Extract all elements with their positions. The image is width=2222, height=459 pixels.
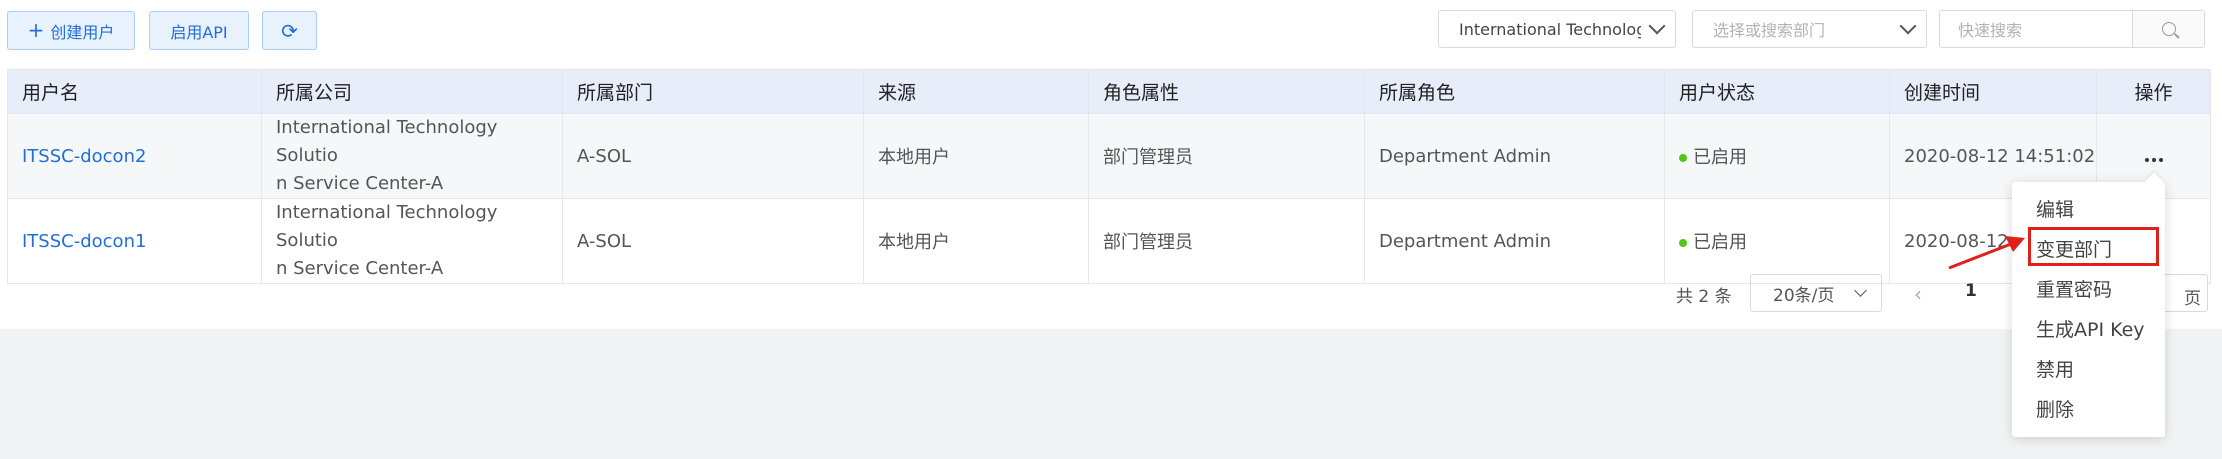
enable-api-label: 启用API <box>170 22 228 42</box>
page-size-select[interactable]: 20条/页 <box>1750 274 1882 312</box>
create-user-label: 创建用户 <box>50 22 115 42</box>
username-link[interactable]: ITSSC-docon2 <box>7 113 262 199</box>
column-header[interactable]: 所属公司 <box>261 69 563 114</box>
table-row[interactable]: ITSSC-docon2 International Technology So… <box>7 113 2211 199</box>
column-header[interactable]: 所属部门 <box>562 69 864 114</box>
status-dot-icon <box>1679 154 1687 162</box>
highlight-box <box>2028 227 2159 266</box>
company-text: n Service Center-A <box>276 173 444 194</box>
menu-item-disable[interactable]: 禁用 <box>2036 355 2074 382</box>
company-text: International Technology Solutio <box>276 117 498 166</box>
menu-item-generate-api-key[interactable]: 生成API Key <box>2036 315 2145 342</box>
department-cell: A-SOL <box>562 198 864 284</box>
column-header[interactable]: 用户名 <box>7 69 262 114</box>
company-cell: International Technology Solutio n Servic… <box>261 113 563 199</box>
department-select-placeholder: 选择或搜索部门 <box>1713 21 1826 40</box>
company-select-value: International Technology Solution Servic… <box>1459 19 1641 39</box>
role-attr-cell: 部门管理员 <box>1088 113 1365 199</box>
search-button[interactable] <box>2132 11 2204 47</box>
main-panel: + 创建用户 启用API ⟳ International Technology … <box>0 0 2222 329</box>
status-dot-icon <box>1679 239 1687 247</box>
status-text: 已启用 <box>1693 232 1747 253</box>
column-header[interactable]: 来源 <box>863 69 1089 114</box>
search-input[interactable]: 快速搜索 <box>1940 11 2132 47</box>
user-table: 用户名 所属公司 所属部门 来源 角色属性 所属角色 用户状态 创建时间 操作 … <box>7 69 2211 284</box>
company-cell: International Technology Solutio n Servic… <box>261 198 563 284</box>
chevron-down-icon <box>1648 17 1666 35</box>
prev-page-icon[interactable]: ‹ <box>1914 282 1922 306</box>
more-actions-icon[interactable] <box>2144 157 2163 162</box>
table-header-row: 用户名 所属公司 所属部门 来源 角色属性 所属角色 用户状态 创建时间 操作 <box>7 69 2211 114</box>
enable-api-button[interactable]: 启用API <box>149 11 249 50</box>
company-select[interactable]: International Technology Solution Servic… <box>1438 10 1676 48</box>
column-header[interactable]: 用户状态 <box>1664 69 1890 114</box>
column-header[interactable]: 角色属性 <box>1088 69 1365 114</box>
chevron-down-icon <box>1899 17 1917 35</box>
department-select[interactable]: 选择或搜索部门 <box>1692 10 1927 48</box>
company-text: International Technology Solutio <box>276 202 498 251</box>
column-header[interactable]: 创建时间 <box>1889 69 2097 114</box>
page-unit: 页 <box>2184 289 2201 309</box>
page-size-value: 20条/页 <box>1773 285 1835 306</box>
plus-icon: + <box>27 17 45 42</box>
role-cell: Department Admin <box>1364 198 1665 284</box>
username-link[interactable]: ITSSC-docon1 <box>7 198 262 284</box>
status-text: 已启用 <box>1693 147 1747 168</box>
source-cell: 本地用户 <box>863 198 1089 284</box>
refresh-button[interactable]: ⟳ <box>262 11 317 50</box>
menu-item-edit[interactable]: 编辑 <box>2036 195 2074 222</box>
quick-search: 快速搜索 <box>1939 10 2205 48</box>
menu-item-reset-password[interactable]: 重置密码 <box>2036 275 2112 302</box>
table-row[interactable]: ITSSC-docon1 International Technology So… <box>7 198 2211 284</box>
status-cell: 已启用 <box>1664 113 1890 199</box>
chevron-down-icon <box>1854 283 1868 297</box>
column-header: 操作 <box>2096 69 2211 114</box>
annotation-arrow-icon <box>1948 236 2025 270</box>
create-user-button[interactable]: + 创建用户 <box>7 11 135 50</box>
department-cell: A-SOL <box>562 113 864 199</box>
action-dropdown-menu: 编辑 变更部门 重置密码 生成API Key 禁用 删除 <box>2012 182 2165 437</box>
status-cell: 已启用 <box>1664 198 1890 284</box>
menu-item-delete[interactable]: 删除 <box>2036 395 2074 422</box>
source-cell: 本地用户 <box>863 113 1089 199</box>
refresh-icon: ⟳ <box>281 18 298 43</box>
company-text: n Service Center-A <box>276 258 444 279</box>
search-icon <box>2161 22 2176 36</box>
role-attr-cell: 部门管理员 <box>1088 198 1365 284</box>
pagination-total: 共 2 条 <box>1676 287 1732 307</box>
column-header[interactable]: 所属角色 <box>1364 69 1665 114</box>
page-number[interactable]: 1 <box>1965 281 1977 301</box>
role-cell: Department Admin <box>1364 113 1665 199</box>
